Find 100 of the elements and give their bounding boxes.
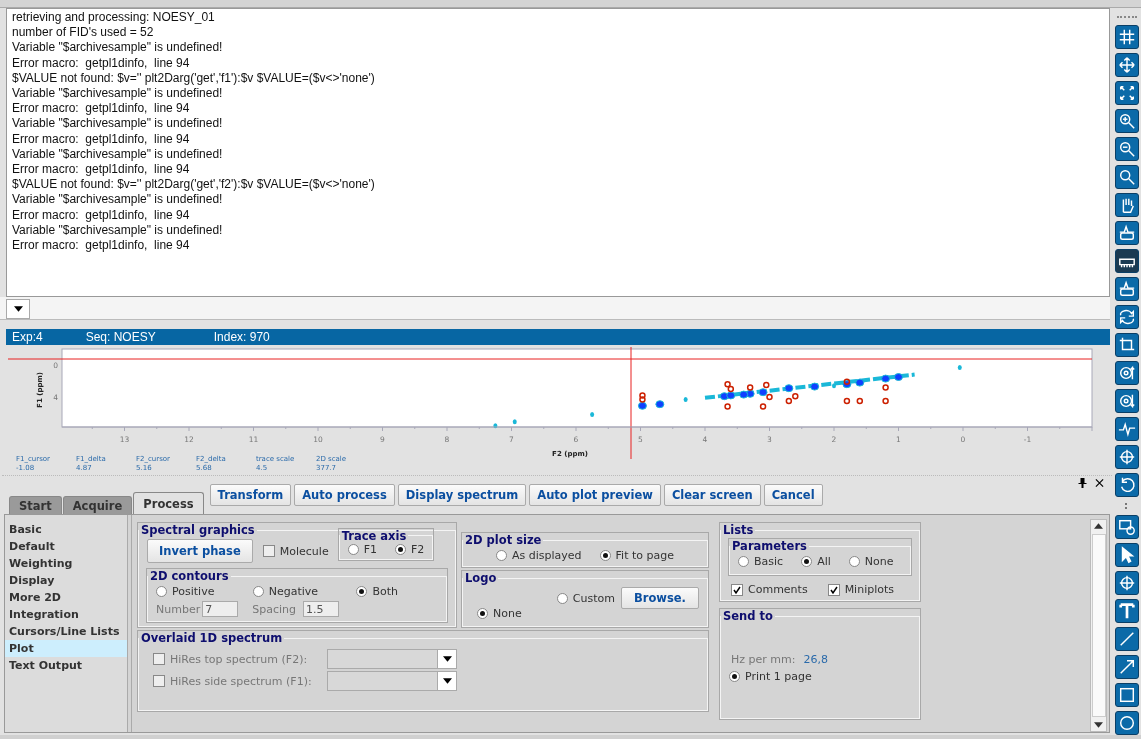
log-line: Variable "$archivesample" is undefined! xyxy=(12,40,224,56)
disc-down-icon[interactable] xyxy=(1114,389,1139,413)
log-line: retrieving and processing: NOESY_01 xyxy=(12,10,216,26)
category-item[interactable]: Integration xyxy=(5,606,127,623)
tab[interactable]: Process xyxy=(133,492,204,514)
category-item[interactable]: Plot xyxy=(5,640,127,657)
crosshair-icon[interactable] xyxy=(1114,445,1139,469)
category-item[interactable]: Display xyxy=(5,572,127,589)
radio-button[interactable]: As displayed xyxy=(496,549,582,562)
hz-label: Hz per mm: xyxy=(731,653,796,666)
caret-icon xyxy=(442,656,452,662)
tab[interactable]: Acquire xyxy=(62,496,133,514)
invert-phase-button[interactable]: Invert phase xyxy=(147,539,253,563)
radio-button[interactable]: Both xyxy=(356,585,398,598)
peak-contour xyxy=(957,364,962,370)
hand-icon[interactable] xyxy=(1114,193,1139,217)
radio-button[interactable]: None xyxy=(848,555,894,568)
checkbox[interactable]: Miniplots xyxy=(827,583,894,596)
log-line: Variable "$archivesample" is undefined! xyxy=(12,86,224,102)
radio-button[interactable]: Print 1 page xyxy=(729,670,911,683)
group-title: Parameters xyxy=(731,539,808,553)
ruler-icon[interactable] xyxy=(1114,249,1139,273)
group-title: Send to xyxy=(722,609,774,623)
action-button[interactable]: Auto plot preview xyxy=(529,484,661,506)
caret-icon xyxy=(13,306,23,312)
scroll-up-icon[interactable] xyxy=(1094,523,1103,529)
group-title: Lists xyxy=(722,523,755,537)
action-button[interactable]: Clear screen xyxy=(663,484,761,506)
radio-button[interactable]: Fit to page xyxy=(599,549,674,562)
spacing-field[interactable]: 1.5 xyxy=(302,601,339,617)
action-button[interactable]: Auto process xyxy=(294,484,395,506)
hz-value: 26,8 xyxy=(803,653,828,666)
dropdown-button[interactable] xyxy=(6,299,30,319)
radio-button[interactable]: F1 xyxy=(347,542,377,556)
log-line: Variable "$archivesample" is undefined! xyxy=(12,146,224,163)
pointer-icon[interactable] xyxy=(1114,543,1139,567)
spacing-label: Spacing xyxy=(252,602,296,616)
category-item[interactable]: Cursors/Line Lists xyxy=(5,623,127,640)
log-line: $VALUE not found: $v='' plt2Darg('get','f1'):$v $VALUE=($v<>'none') xyxy=(12,70,376,86)
group-title: Logo xyxy=(464,571,498,585)
category-item[interactable]: Basic xyxy=(5,521,127,538)
peak-contour xyxy=(493,423,498,429)
pin-icon[interactable] xyxy=(1078,478,1087,488)
radio-button[interactable]: None xyxy=(477,607,699,620)
move-icon[interactable] xyxy=(1114,53,1139,77)
grid-icon[interactable] xyxy=(1114,25,1139,49)
scroll-down-icon[interactable] xyxy=(1094,722,1103,728)
radio-button[interactable]: Positive xyxy=(156,585,215,598)
browse-button[interactable]: Browse. xyxy=(621,587,699,609)
disc-up-icon[interactable] xyxy=(1114,361,1139,385)
square-icon[interactable] xyxy=(1114,683,1139,707)
swap-icon[interactable] xyxy=(1114,305,1139,329)
action-button[interactable]: Cancel xyxy=(763,484,823,506)
radio-button[interactable]: F2 xyxy=(395,542,425,556)
log-line: Error macro: getpl1dinfo, line 94 xyxy=(12,101,191,117)
caret-icon xyxy=(442,678,452,684)
zoom-in-icon[interactable] xyxy=(1114,109,1139,133)
category-item[interactable]: More 2D xyxy=(5,589,127,606)
pulse-icon[interactable] xyxy=(1114,417,1139,441)
action-button[interactable]: Display spectrum xyxy=(397,484,527,506)
expand-icon[interactable] xyxy=(1114,81,1139,105)
index-label: Index: 970 xyxy=(212,330,270,344)
tab[interactable]: Start xyxy=(9,496,62,514)
group-title: 2D contours xyxy=(149,569,230,583)
log-line: Error macro: getpl1dinfo, line 94 xyxy=(12,55,191,71)
log-line: Variable "$archivesample" is undefined! xyxy=(12,192,224,208)
search-icon[interactable] xyxy=(1114,165,1139,189)
text-icon[interactable] xyxy=(1114,599,1139,623)
group-title: 2D plot size xyxy=(464,533,543,547)
group-title: Overlaid 1D spectrum xyxy=(140,631,284,645)
close-icon[interactable] xyxy=(1095,478,1104,488)
screen-icon[interactable] xyxy=(1114,515,1139,539)
action-button[interactable]: Transform xyxy=(209,484,292,506)
log-line: Error macro: getpl1dinfo, line 94 xyxy=(12,162,191,178)
scrollbar[interactable] xyxy=(1090,519,1107,732)
group-title: Spectral graphics xyxy=(140,523,256,537)
crop-icon[interactable] xyxy=(1114,333,1139,357)
zoom-out-icon[interactable] xyxy=(1114,137,1139,161)
checkbox[interactable]: Comments xyxy=(731,583,808,596)
peak-contour xyxy=(683,396,688,402)
log-line: Variable "$archivesample" is undefined! xyxy=(12,222,224,239)
check-icon xyxy=(732,584,742,595)
radio-button[interactable]: Custom xyxy=(556,591,615,605)
peak-contour xyxy=(512,419,517,425)
crosshair-icon[interactable] xyxy=(1114,571,1139,595)
category-item[interactable]: Text Output xyxy=(5,657,127,674)
radio-button[interactable]: Basic xyxy=(738,555,784,568)
number-field[interactable]: 7 xyxy=(202,601,239,617)
sequence-label: Seq: NOESY xyxy=(84,330,156,344)
spectrum-icon[interactable] xyxy=(1114,221,1139,245)
group-title: Trace axis xyxy=(340,528,408,543)
molecule-checkbox[interactable]: Molecule xyxy=(262,544,329,558)
experiment-label: Exp:4 xyxy=(11,330,43,344)
category-item[interactable]: Default xyxy=(5,538,127,555)
refresh-icon[interactable] xyxy=(1114,473,1139,497)
spectrum-box-icon[interactable] xyxy=(1114,277,1139,301)
radio-button[interactable]: All xyxy=(801,555,831,568)
radio-button[interactable]: Negative xyxy=(252,585,319,598)
log-line: Error macro: getpl1dinfo, line 94 xyxy=(12,238,191,254)
category-item[interactable]: Weighting xyxy=(5,555,127,572)
